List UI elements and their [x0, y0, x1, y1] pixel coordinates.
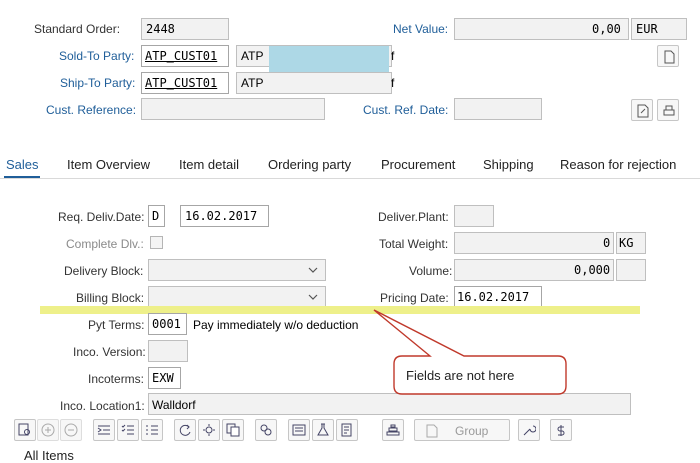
- volume-label: Volume:: [409, 264, 453, 278]
- inco-location-value: Walldorf: [152, 398, 196, 412]
- tab-strip-divider: [0, 178, 700, 179]
- ship-to-label: Ship-To Party:: [60, 76, 136, 90]
- pyt-terms-label: Pyt Terms:: [88, 318, 145, 332]
- tab-reason-for-rejection[interactable]: Reason for rejection: [560, 157, 676, 172]
- tab-shipping[interactable]: Shipping: [483, 157, 534, 172]
- tab-ordering-party[interactable]: Ordering party: [268, 157, 351, 172]
- pyt-terms-text: Pay immediately w/o deduction: [193, 318, 359, 332]
- plus-icon: [41, 423, 55, 437]
- sold-to-name-end: f: [391, 49, 395, 63]
- toolbar-refresh-button[interactable]: [174, 419, 196, 441]
- ship-to-name-end: f: [391, 76, 395, 90]
- stack-icon: [386, 424, 400, 436]
- annotation-callout: [373, 309, 567, 395]
- document-edit-icon: [637, 104, 649, 118]
- ship-to-value: ATP_CUST01: [145, 76, 218, 90]
- incoterms-label: Incoterms:: [88, 372, 145, 386]
- toolbar-texts-button[interactable]: [336, 419, 358, 441]
- tab-item-detail[interactable]: Item detail: [179, 157, 239, 172]
- billing-block-label: Billing Block:: [76, 291, 145, 305]
- chevron-down-icon: [308, 267, 318, 273]
- toolbar-details-button[interactable]: [14, 419, 36, 441]
- delivery-block-select[interactable]: [148, 259, 326, 281]
- standard-order-label: Standard Order:: [34, 22, 121, 36]
- toolbar-analysis-button[interactable]: [255, 419, 277, 441]
- toolbar-tools-button[interactable]: [518, 419, 540, 441]
- refresh-icon: [179, 424, 191, 436]
- toolbar-copy-button[interactable]: [222, 419, 244, 441]
- total-weight-unit: KG: [619, 236, 634, 250]
- minus-icon: [64, 423, 78, 437]
- checklist-icon: [121, 424, 134, 435]
- tab-item-overview[interactable]: Item Overview: [67, 157, 150, 172]
- inco-version-field[interactable]: [148, 340, 188, 362]
- copy-icon: [226, 423, 240, 437]
- sold-to-value: ATP_CUST01: [145, 49, 218, 63]
- ship-to-name-start: ATP: [241, 76, 264, 90]
- req-deliv-date-type: D: [152, 209, 160, 223]
- gear-icon: [203, 424, 215, 436]
- total-weight-value: 0: [603, 236, 611, 250]
- deliver-plant-label: Deliver.Plant:: [378, 210, 449, 224]
- printer-icon: [663, 105, 675, 116]
- inco-version-label: Inco. Version:: [73, 345, 146, 359]
- group-button-label: Group: [455, 424, 489, 438]
- tab-sales[interactable]: Sales: [6, 157, 39, 172]
- indent-icon: [97, 425, 110, 435]
- list-icon: [146, 425, 158, 435]
- net-value-label: Net Value:: [393, 22, 449, 36]
- group-button[interactable]: Group: [414, 419, 510, 441]
- analysis-icon: [260, 424, 272, 436]
- toolbar-select-all-button[interactable]: [117, 419, 139, 441]
- incoterms-value: EXW: [152, 371, 174, 385]
- toolbar-pricing-button[interactable]: [288, 419, 310, 441]
- total-weight-label: Total Weight:: [379, 237, 449, 251]
- req-deliv-date-label: Req. Deliv.Date:: [58, 210, 145, 224]
- toolbar-pricing-tool-button[interactable]: [550, 419, 572, 441]
- cust-ref-date-field[interactable]: [454, 98, 542, 120]
- volume-value: 0,000: [574, 263, 611, 277]
- chevron-down-icon: [308, 294, 318, 300]
- group-icon: [426, 424, 438, 438]
- header-edit-button[interactable]: [631, 99, 653, 121]
- total-weight-field: [454, 232, 614, 254]
- pyt-terms-value: 0001: [152, 317, 181, 331]
- complete-dlv-label: Complete Dlv.:: [66, 237, 144, 251]
- cust-ref-date-label: Cust. Ref. Date:: [363, 103, 449, 117]
- cust-reference-field[interactable]: [141, 98, 325, 120]
- toolbar-stack-button[interactable]: [382, 419, 404, 441]
- req-deliv-date-value: 16.02.2017: [185, 209, 258, 223]
- header-document-button[interactable]: [657, 45, 679, 67]
- delivery-block-label: Delivery Block:: [64, 264, 144, 278]
- net-value-value: 0,00: [592, 22, 621, 36]
- sold-to-label: Sold-To Party:: [59, 49, 135, 63]
- currency-value: EUR: [636, 22, 658, 36]
- sold-to-name-start: ATP: [241, 49, 264, 63]
- complete-dlv-checkbox[interactable]: [150, 236, 163, 249]
- notes-icon: [341, 423, 352, 437]
- inco-location-label: Inco. Location1:: [60, 399, 145, 413]
- toolbar-move-button[interactable]: [93, 419, 115, 441]
- wrench-icon: [523, 425, 536, 436]
- deliver-plant-field[interactable]: [454, 205, 494, 227]
- cust-reference-label: Cust. Reference:: [46, 103, 137, 117]
- toolbar-config-button[interactable]: [198, 419, 220, 441]
- toolbar-add-button[interactable]: [37, 419, 59, 441]
- callout-text: Fields are not here: [406, 368, 515, 383]
- toolbar-remove-button[interactable]: [60, 419, 82, 441]
- dollar-icon: [557, 425, 565, 436]
- toolbar-deselect-button[interactable]: [141, 419, 163, 441]
- flask-icon: [317, 423, 329, 436]
- search-document-icon: [18, 423, 30, 436]
- billing-block-select[interactable]: [148, 286, 326, 308]
- document-icon: [664, 50, 675, 64]
- standard-order-value: 2448: [146, 22, 175, 36]
- header-print-button[interactable]: [657, 99, 679, 121]
- toolbar-schedule-button[interactable]: [312, 419, 334, 441]
- calculator-icon: [292, 424, 306, 436]
- tab-procurement[interactable]: Procurement: [381, 157, 455, 172]
- volume-unit-field: [616, 259, 646, 281]
